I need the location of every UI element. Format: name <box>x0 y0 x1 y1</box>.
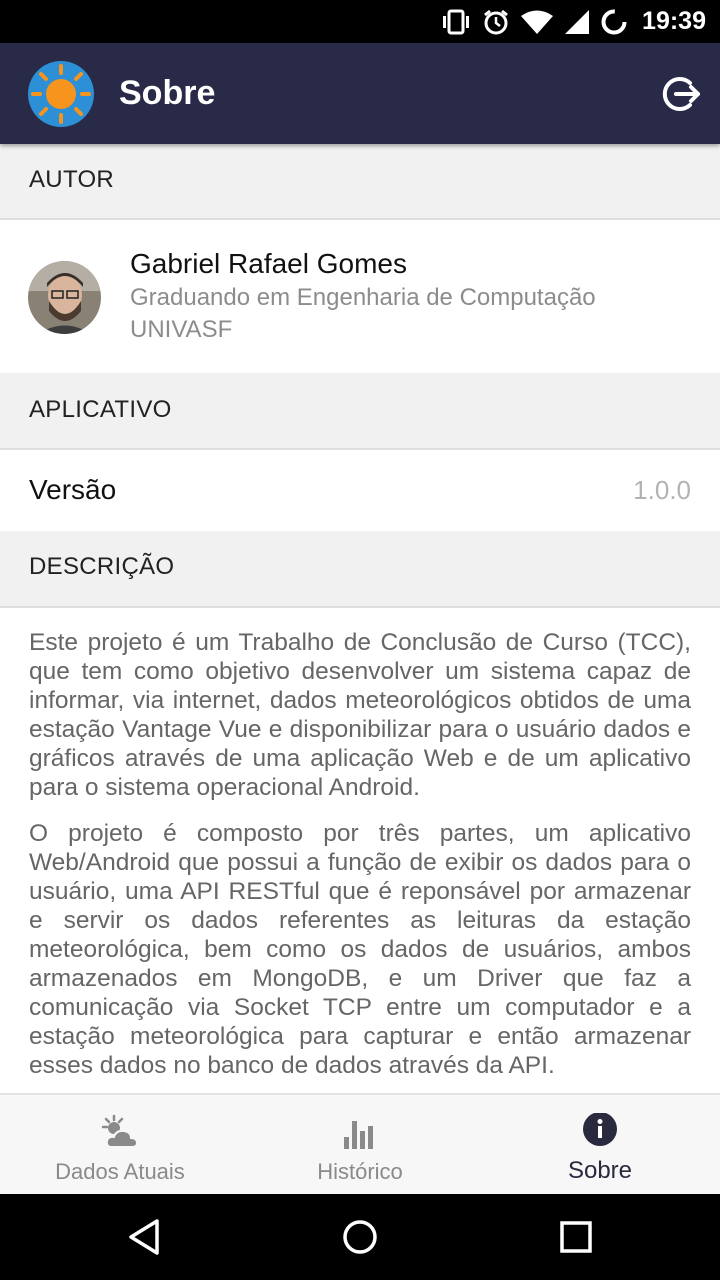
status-time: 19:39 <box>642 7 706 35</box>
home-icon[interactable] <box>337 1214 383 1260</box>
signal-icon <box>565 9 590 34</box>
back-icon[interactable] <box>121 1214 167 1260</box>
nav-item-label: Sobre <box>567 1157 633 1184</box>
nav-item-label: Dados Atuais <box>55 1159 185 1184</box>
page-title: Sobre <box>119 74 216 112</box>
section-header-author-label: AUTOR <box>29 166 115 193</box>
partly-cloudy-icon <box>101 1114 139 1148</box>
system-navigation-bar <box>0 1194 720 1280</box>
author-institution: UNIVASF <box>130 316 233 343</box>
nav-item-historico[interactable]: Histórico <box>240 1095 480 1196</box>
description-paragraph-1: Este projeto é um Trabalho de Conclusão … <box>29 629 691 801</box>
nav-item-sobre[interactable]: Sobre <box>480 1095 720 1196</box>
section-header-author: AUTOR <box>0 144 720 220</box>
logout-icon[interactable] <box>660 73 702 115</box>
recents-icon[interactable] <box>553 1214 599 1260</box>
version-row: Versão 1.0.0 <box>0 450 720 531</box>
bar-chart-icon <box>344 1121 373 1149</box>
info-icon <box>583 1113 617 1146</box>
section-header-description-label: DESCRIÇÃO <box>29 553 175 580</box>
author-name: Gabriel Rafael Gomes <box>130 248 408 279</box>
alarm-icon <box>484 9 508 34</box>
battery-loading-icon <box>601 9 627 34</box>
description-text: Este projeto é um Trabalho de Conclusão … <box>29 628 691 1097</box>
bottom-navigation: Dados Atuais Histórico Sobre <box>0 1093 720 1194</box>
author-row: Gabriel Rafael Gomes Graduando em Engenh… <box>0 220 720 373</box>
app-bar: Sobre <box>0 43 720 144</box>
version-label: Versão <box>29 474 117 505</box>
section-header-app-label: APLICATIVO <box>29 396 172 423</box>
version-value: 1.0.0 <box>633 475 691 505</box>
author-description: Graduando em Engenharia de Computação <box>130 284 596 311</box>
description-paragraph-2: O projeto é composto por três partes, um… <box>29 820 691 1079</box>
status-bar: 19:39 <box>0 0 720 43</box>
vibrate-icon <box>443 9 470 34</box>
sun-icon <box>28 61 94 127</box>
nav-item-label: Histórico <box>317 1159 403 1184</box>
wifi-icon <box>521 10 554 34</box>
section-header-app: APLICATIVO <box>0 373 720 450</box>
section-header-description: DESCRIÇÃO <box>0 531 720 608</box>
avatar <box>28 261 101 334</box>
nav-item-dados-atuais[interactable]: Dados Atuais <box>0 1095 240 1196</box>
status-icons: 19:39 <box>440 0 706 43</box>
